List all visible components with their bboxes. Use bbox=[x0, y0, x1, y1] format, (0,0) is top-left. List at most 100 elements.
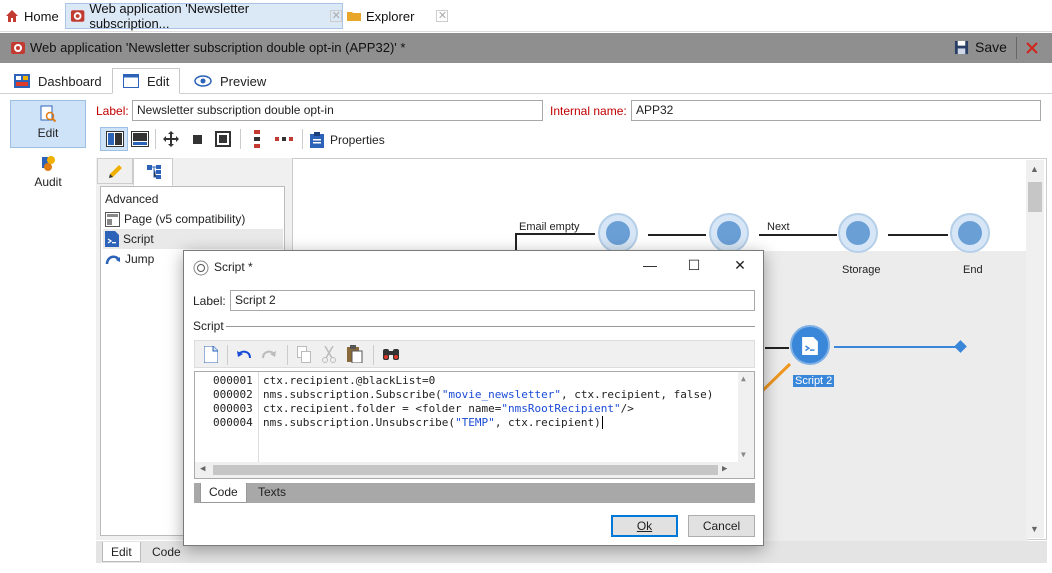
properties-icon bbox=[310, 132, 324, 148]
view-layout-button[interactable] bbox=[100, 127, 128, 151]
workflow-node-page[interactable] bbox=[709, 213, 749, 253]
tab-edit-bottom[interactable]: Edit bbox=[102, 542, 141, 562]
tree-item-label: Script bbox=[123, 232, 154, 246]
dialog-app-icon bbox=[193, 260, 209, 276]
binoculars-icon[interactable] bbox=[382, 347, 400, 361]
code-line: ctx.recipient.@blackList=0 bbox=[263, 374, 436, 387]
scroll-down-icon[interactable]: ▼ bbox=[741, 450, 746, 459]
pencil-icon bbox=[109, 165, 122, 178]
tab-dashboard[interactable]: Dashboard bbox=[4, 68, 112, 94]
cancel-icon[interactable] bbox=[1026, 42, 1038, 54]
dialog-title: Script * bbox=[214, 260, 253, 274]
script-dialog: Script * — ☐ ✕ Label: Script 2 Script 00… bbox=[183, 250, 764, 546]
copy-icon[interactable] bbox=[297, 346, 311, 363]
save-label: Save bbox=[975, 39, 1007, 55]
divider bbox=[302, 129, 303, 149]
ok-label: Ok bbox=[636, 519, 653, 533]
top-tab-strip: Home Web application 'Newsletter subscri… bbox=[0, 0, 1052, 32]
tab-edit-label: Edit bbox=[147, 73, 170, 89]
eye-icon bbox=[194, 75, 212, 87]
close-icon[interactable]: ✕ bbox=[330, 10, 342, 22]
layout-right-icon[interactable] bbox=[131, 131, 149, 147]
document-title: Web application 'Newsletter subscription… bbox=[30, 40, 406, 55]
maximize-icon[interactable]: ☐ bbox=[684, 257, 704, 275]
view-tabs: Dashboard Edit Preview bbox=[0, 64, 1052, 94]
tab-palette-edit[interactable] bbox=[97, 158, 133, 184]
code-hscrollbar[interactable]: ◀ ▶ bbox=[195, 462, 754, 478]
tree-item-script[interactable]: Script bbox=[103, 229, 283, 249]
h-scroll-thumb[interactable] bbox=[213, 465, 718, 475]
horizontal-chain-icon[interactable] bbox=[275, 135, 293, 143]
explorer-tab[interactable]: Explorer ✕ bbox=[346, 3, 449, 29]
line-number-gutter: 000001 000002 000003 000004 bbox=[195, 372, 259, 462]
workflow-node-storage[interactable] bbox=[838, 213, 878, 253]
paste-icon[interactable] bbox=[347, 345, 363, 363]
workflow-node-script[interactable] bbox=[598, 213, 638, 253]
node-label-storage: Storage bbox=[842, 264, 881, 276]
tree-group-advanced[interactable]: Advanced bbox=[103, 189, 283, 209]
edge-label-email-empty: Email empty bbox=[519, 221, 580, 233]
page-icon bbox=[105, 211, 120, 227]
scroll-up-icon[interactable]: ▲ bbox=[1030, 164, 1039, 174]
code-line: nms.subscription.Unsubscribe("TEMP", ctx… bbox=[263, 416, 603, 429]
scroll-right-icon[interactable]: ▶ bbox=[722, 464, 727, 474]
close-icon[interactable]: ✕ bbox=[730, 257, 750, 275]
tree-item-label: Jump bbox=[125, 252, 155, 266]
small-square-icon[interactable] bbox=[193, 135, 202, 144]
move-icon[interactable] bbox=[163, 131, 179, 147]
explorer-tab-label: Explorer bbox=[366, 8, 415, 24]
scroll-thumb[interactable] bbox=[1028, 182, 1042, 212]
cancel-button[interactable]: Cancel bbox=[688, 515, 755, 537]
fit-icon[interactable] bbox=[215, 131, 231, 147]
canvas-scrollbar[interactable]: ▲ ▼ bbox=[1026, 160, 1044, 538]
node-label-script-2: Script 2 bbox=[793, 375, 835, 387]
redo-icon[interactable] bbox=[261, 348, 277, 360]
tab-code-label: Code bbox=[209, 485, 238, 499]
new-document-icon[interactable] bbox=[204, 346, 218, 363]
tab-palette-tree[interactable] bbox=[133, 158, 173, 186]
minimize-icon[interactable]: — bbox=[640, 257, 660, 275]
label-field[interactable]: Newsletter subscription double opt-in bbox=[132, 100, 543, 121]
tree-item-page[interactable]: Page (v5 compatibility) bbox=[103, 209, 283, 229]
workflow-node-end[interactable] bbox=[950, 213, 990, 253]
code-editor[interactable]: 000001 000002 000003 000004 ctx.recipien… bbox=[194, 371, 755, 479]
scroll-left-icon[interactable]: ◀ bbox=[200, 464, 205, 474]
cut-icon[interactable] bbox=[322, 346, 336, 363]
script-label-field[interactable]: Script 2 bbox=[230, 290, 755, 311]
audit-icon bbox=[42, 156, 55, 171]
nav-audit[interactable]: Audit bbox=[10, 150, 86, 198]
script-label-caption: Label: bbox=[193, 294, 226, 308]
label-caption: Label: bbox=[96, 104, 129, 118]
save-button[interactable]: Save bbox=[954, 39, 1007, 55]
script-toolbar bbox=[194, 340, 755, 368]
nav-audit-label: Audit bbox=[34, 175, 62, 189]
ok-button[interactable]: Ok bbox=[611, 515, 678, 537]
vertical-chain-icon[interactable] bbox=[252, 130, 262, 148]
tab-preview[interactable]: Preview bbox=[184, 68, 276, 94]
scroll-down-icon[interactable]: ▼ bbox=[1030, 524, 1039, 534]
node-label-end: End bbox=[963, 264, 983, 276]
tab-preview-label: Preview bbox=[220, 73, 267, 89]
edit-search-icon bbox=[40, 105, 57, 123]
cancel-label: Cancel bbox=[702, 519, 741, 533]
line-number: 000003 bbox=[213, 402, 253, 415]
properties-button[interactable]: Properties bbox=[310, 132, 385, 148]
tab-texts[interactable]: Texts bbox=[250, 483, 294, 503]
dashboard-icon bbox=[14, 74, 30, 88]
tree-icon bbox=[147, 165, 161, 179]
nav-edit[interactable]: Edit bbox=[10, 100, 86, 148]
close-icon[interactable]: ✕ bbox=[436, 10, 449, 22]
connector bbox=[759, 234, 837, 236]
webapp-tab[interactable]: Web application 'Newsletter subscription… bbox=[65, 1, 343, 31]
tab-code-bottom[interactable]: Code bbox=[144, 542, 189, 562]
internal-name-field[interactable]: APP32 bbox=[631, 100, 1041, 121]
connector bbox=[515, 233, 595, 235]
tab-edit[interactable]: Edit bbox=[112, 68, 181, 94]
home-tab[interactable]: Home bbox=[4, 3, 59, 29]
divider bbox=[155, 129, 156, 149]
tab-code[interactable]: Code bbox=[200, 483, 247, 503]
scroll-up-icon[interactable]: ▲ bbox=[741, 374, 746, 383]
connector bbox=[765, 347, 789, 349]
undo-icon[interactable] bbox=[236, 348, 252, 360]
code-vscrollbar[interactable]: ▲ ▼ bbox=[738, 372, 754, 462]
